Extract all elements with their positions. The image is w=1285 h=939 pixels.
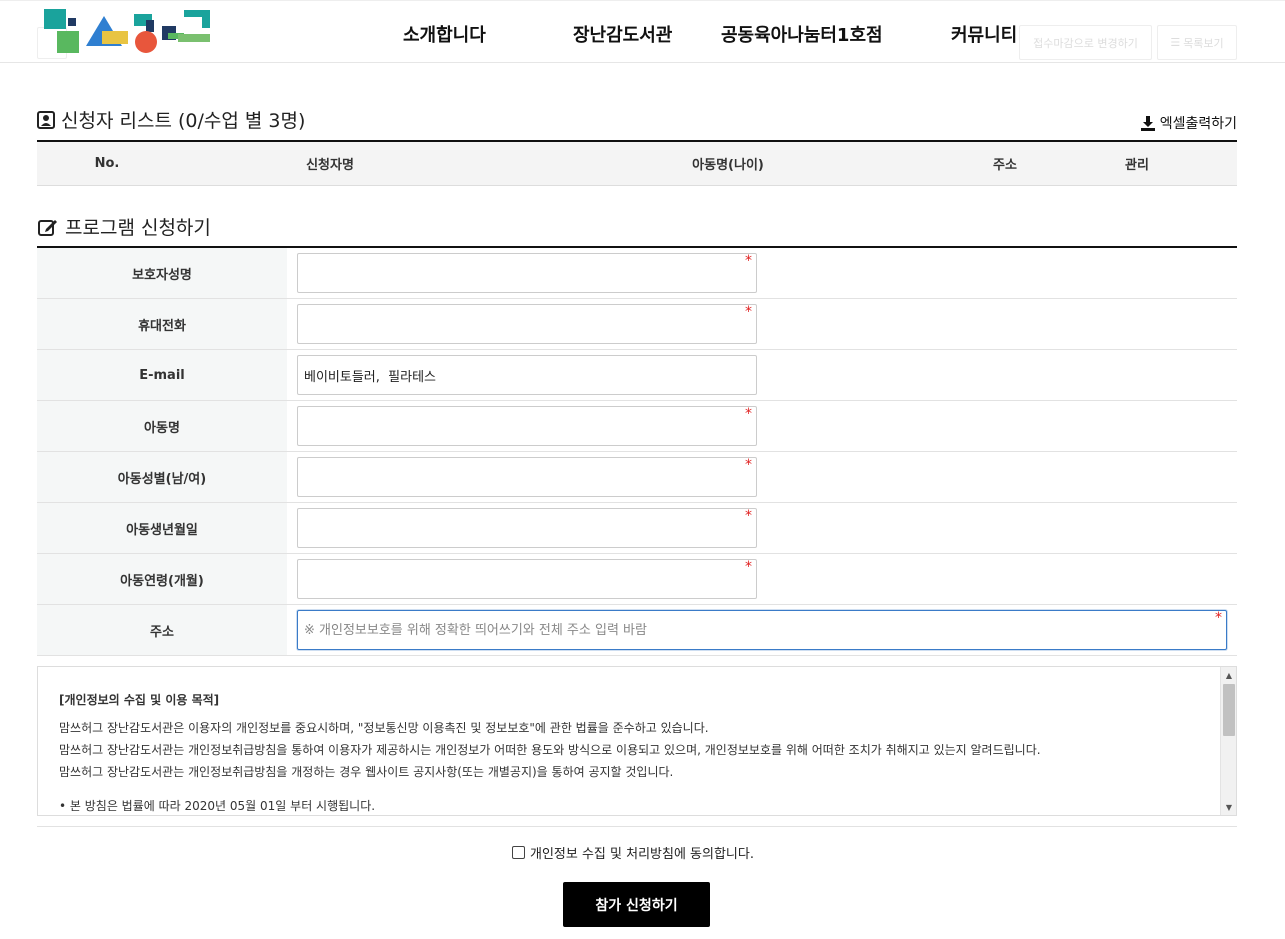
field-label: 휴대전화 xyxy=(37,299,287,349)
child-gender-input[interactable] xyxy=(297,457,757,497)
form-row-child-age: 아동연령(개월) * xyxy=(37,554,1237,605)
download-icon xyxy=(1140,116,1155,131)
privacy-policy-box[interactable]: [개인정보의 수집 및 이용 목적] 맘쓰허그 장난감도서관은 이용자의 개인정… xyxy=(37,666,1237,816)
form-row-email: E-mail xyxy=(37,350,1237,401)
form-row-mobile: 휴대전화 * xyxy=(37,299,1237,350)
scroll-down-icon[interactable]: ▼ xyxy=(1221,799,1236,815)
privacy-line: 맘쓰허그 장난감도서관는 개인정보취급방침을 개정하는 경우 웹사이트 공지사항… xyxy=(59,765,674,779)
required-mark: * xyxy=(745,508,752,524)
column-manage: 관리 xyxy=(1125,158,1149,173)
site-logo[interactable] xyxy=(42,6,212,56)
privacy-scrollbar[interactable]: ▲ ▼ xyxy=(1220,667,1236,815)
field-label: 주소 xyxy=(37,605,287,655)
scrollbar-thumb[interactable] xyxy=(1223,684,1235,736)
guardian-name-input[interactable] xyxy=(297,253,757,293)
field-label: 아동생년월일 xyxy=(37,503,287,553)
form-row-child-name: 아동명 * xyxy=(37,401,1237,452)
excel-export-label: 엑셀출력하기 xyxy=(1159,116,1237,132)
apply-submit-button[interactable]: 참가 신청하기 xyxy=(563,882,710,927)
application-form: 보호자성명 * 휴대전화 * E-mail 아동명 * 아동성별(남/여) * … xyxy=(37,246,1237,656)
nav-item-toy-library[interactable]: 장난감도서관 xyxy=(573,21,672,47)
privacy-agree-label: 개인정보 수집 및 처리방침에 동의합니다. xyxy=(530,847,754,862)
required-mark: * xyxy=(745,406,752,422)
excel-export-button[interactable]: 엑셀출력하기 xyxy=(1140,113,1237,133)
address-input[interactable] xyxy=(297,610,1227,650)
list-icon: ☰ xyxy=(1170,36,1181,49)
field-label: 아동명 xyxy=(37,401,287,451)
email-input[interactable] xyxy=(297,355,757,395)
field-label: 보호자성명 xyxy=(37,248,287,298)
contact-card-icon xyxy=(37,110,55,129)
form-row-address: 주소 * xyxy=(37,605,1237,656)
edit-icon xyxy=(38,219,57,236)
required-mark: * xyxy=(745,304,752,320)
form-row-child-birthdate: 아동생년월일 * xyxy=(37,503,1237,554)
privacy-line: 맘쓰허그 장난감도서관는 개인정보취급방침을 통하여 이용자가 제공하시는 개인… xyxy=(59,743,1041,757)
close-registration-button[interactable]: 접수마감으로 변경하기 xyxy=(1019,25,1152,60)
applicant-table: No. 신청자명 아동명(나이) 주소 관리 xyxy=(37,140,1237,186)
mobile-phone-input[interactable] xyxy=(297,304,757,344)
privacy-title: [개인정보의 수집 및 이용 목적] xyxy=(59,693,220,707)
column-address: 주소 xyxy=(993,158,1017,173)
child-name-input[interactable] xyxy=(297,406,757,446)
required-mark: * xyxy=(1215,610,1222,626)
applicant-table-header: No. 신청자명 아동명(나이) 주소 관리 xyxy=(37,142,1237,186)
required-mark: * xyxy=(745,253,752,269)
site-header: 소개합니다 장난감도서관 공동육아나눔터1호점 커뮤니티 접수마감으로 변경하기… xyxy=(0,0,1285,63)
privacy-agree-checkbox[interactable]: 개인정보 수집 및 처리방침에 동의합니다. xyxy=(512,843,754,862)
nav-item-about[interactable]: 소개합니다 xyxy=(403,21,486,47)
program-apply-heading: 프로그램 신청하기 xyxy=(37,213,211,240)
field-label: 아동연령(개월) xyxy=(37,554,287,604)
column-child-name-age: 아동명(나이) xyxy=(692,158,764,173)
checkbox-icon[interactable] xyxy=(512,846,525,859)
column-applicant-name: 신청자명 xyxy=(306,158,354,173)
required-mark: * xyxy=(745,559,752,575)
applicant-list-heading: 신청자 리스트 (0/수업 별 3명) xyxy=(37,106,305,133)
field-label: 아동성별(남/여) xyxy=(37,452,287,502)
applicant-list-title: 신청자 리스트 (0/수업 별 3명) xyxy=(61,110,306,132)
child-age-months-input[interactable] xyxy=(297,559,757,599)
required-mark: * xyxy=(745,457,752,473)
form-row-guardian-name: 보호자성명 * xyxy=(37,248,1237,299)
child-birthdate-input[interactable] xyxy=(297,508,757,548)
column-no: No. xyxy=(94,156,120,171)
list-view-button[interactable]: ☰ 목록보기 xyxy=(1157,25,1237,60)
privacy-line: • 본 방침은 법률에 따라 2020년 05월 01일 부터 시행됩니다. xyxy=(59,799,376,813)
scroll-up-icon[interactable]: ▲ xyxy=(1221,667,1236,683)
divider xyxy=(37,826,1237,827)
privacy-line: 맘쓰허그 장난감도서관은 이용자의 개인정보를 중요시하며, "정보통신망 이용… xyxy=(59,721,709,735)
nav-item-childcare-center[interactable]: 공동육아나눔터1호점 xyxy=(721,21,883,47)
list-view-label: 목록보기 xyxy=(1183,36,1224,50)
field-label: E-mail xyxy=(37,350,287,400)
nav-item-community[interactable]: 커뮤니티 xyxy=(951,21,1017,47)
form-row-child-gender: 아동성별(남/여) * xyxy=(37,452,1237,503)
program-apply-title: 프로그램 신청하기 xyxy=(65,217,211,239)
